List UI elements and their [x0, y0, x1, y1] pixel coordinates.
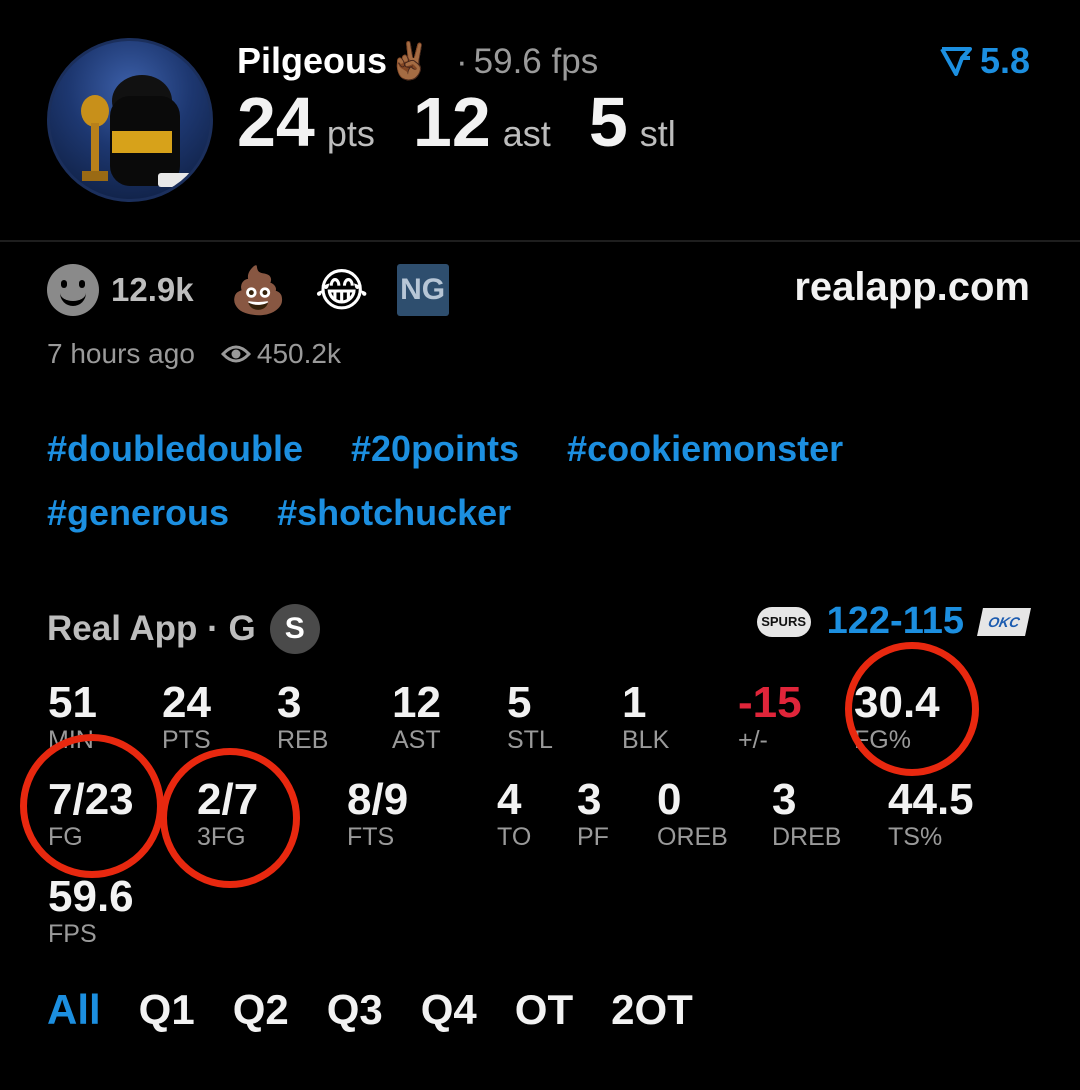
spurs-logo-icon: SPURS	[756, 606, 811, 637]
stat-label: BLK	[622, 726, 670, 754]
hashtags: #doubledouble #20points #cookiemonster #…	[47, 428, 1037, 534]
stat-label: DREB	[772, 823, 842, 851]
hashtag[interactable]: #shotchucker	[277, 492, 511, 534]
stat-label: PTS	[162, 726, 211, 754]
stat-label: AST	[392, 726, 441, 754]
stat-value: 3	[772, 775, 797, 824]
site-link[interactable]: realapp.com	[794, 265, 1030, 310]
stat-value: 44.5	[888, 775, 974, 824]
stat-ts-pct: 44.5 TS%	[888, 775, 974, 852]
stat-label: FTS	[347, 823, 395, 851]
stat-value: 1	[622, 678, 647, 727]
stat-fps: 59.6 FPS	[48, 872, 134, 949]
hashtag[interactable]: #doubledouble	[47, 428, 303, 470]
tab-q1[interactable]: Q1	[139, 986, 195, 1034]
laugh-reaction-button[interactable]: 😂	[315, 267, 369, 313]
rating-value: 5.8	[979, 40, 1030, 81]
headline-stats: 24 pts 12 ast 5 stl	[237, 82, 714, 162]
stat-oreb: 0 OREB	[657, 775, 728, 852]
separator: ·	[456, 42, 468, 81]
stat-pf: 3 PF	[577, 775, 609, 852]
stat-value: 12	[392, 678, 441, 727]
stat-fts: 8/9 FTS	[347, 775, 409, 852]
username[interactable]: Pilgeous✌🏾	[237, 40, 432, 82]
stat-label: PF	[577, 823, 609, 851]
tab-q4[interactable]: Q4	[421, 986, 477, 1034]
score-away: 115	[902, 600, 964, 642]
stat-label: REB	[277, 726, 329, 754]
tab-ot[interactable]: OT	[515, 986, 573, 1034]
reaction-count: 12.9k	[111, 271, 194, 308]
tab-q2[interactable]: Q2	[233, 986, 289, 1034]
avatar-image	[81, 75, 194, 187]
stat-reb: 3 REB	[277, 678, 329, 755]
headline-pts-unit: pts	[326, 113, 375, 154]
stat-dreb: 3 DREB	[772, 775, 842, 852]
stat-value: -15	[738, 678, 802, 727]
tab-all[interactable]: All	[47, 986, 101, 1034]
stat-value: 51	[48, 678, 97, 727]
rating[interactable]: 5.8	[940, 40, 1030, 82]
rating-chevron-icon	[940, 47, 972, 76]
headline-pts-value: 24	[237, 83, 315, 161]
quarter-tabs: All Q1 Q2 Q3 Q4 OT 2OT	[47, 986, 693, 1034]
tab-2ot[interactable]: 2OT	[611, 986, 693, 1034]
tab-q3[interactable]: Q3	[327, 986, 383, 1034]
league-label: Real App · G	[47, 609, 256, 648]
stat-ast: 12 AST	[392, 678, 441, 755]
peace-emoji: ✌🏾	[387, 40, 432, 81]
username-text: Pilgeous	[237, 40, 388, 81]
stat-plus-minus: -15 +/-	[738, 678, 802, 755]
view-count: 450.2k	[256, 338, 341, 369]
game-score[interactable]: SPURS 122-115 OKC	[756, 600, 1031, 643]
stat-pts: 24 PTS	[162, 678, 211, 755]
starter-badge: S	[269, 604, 320, 654]
eye-icon	[220, 345, 251, 363]
fps-text: 59.6 fps	[473, 42, 599, 81]
hashtag[interactable]: #cookiemonster	[567, 428, 843, 470]
headline-ast-value: 12	[412, 83, 491, 161]
stat-label: FPS	[48, 920, 97, 948]
stat-label: OREB	[657, 823, 728, 851]
stat-label: +/-	[738, 726, 768, 754]
stat-value: 24	[162, 678, 211, 727]
stat-value: 59.6	[48, 872, 134, 921]
ng-reaction-button[interactable]: NG	[396, 264, 449, 316]
annotation-circle-fg-pct	[845, 642, 979, 776]
reactions-row: 12.9k 💩 😂 NG	[47, 263, 449, 317]
stat-value: 4	[497, 775, 522, 824]
divider	[0, 240, 1080, 242]
headline-stl-unit: stl	[639, 113, 676, 154]
stat-label: STL	[507, 726, 553, 754]
score-home: 122	[826, 600, 891, 642]
stat-to: 4 TO	[497, 775, 532, 852]
stat-value: 0	[657, 775, 682, 824]
headline-ast-unit: ast	[502, 113, 551, 154]
stat-blk: 1 BLK	[622, 678, 670, 755]
stat-value: 3	[577, 775, 602, 824]
poop-reaction-button[interactable]: 💩	[230, 267, 287, 313]
stat-stl: 5 STL	[507, 678, 553, 755]
stat-value: 8/9	[347, 775, 409, 824]
annotation-circle-fg	[20, 734, 164, 878]
game-league: Real App · G S	[47, 604, 320, 654]
headline-stl-value: 5	[588, 83, 628, 161]
stat-value: 5	[507, 678, 532, 727]
smile-reaction-icon[interactable]	[47, 264, 99, 316]
annotation-circle-3fg	[160, 748, 300, 888]
fps-summary: · 59.6 fps	[456, 42, 598, 82]
hashtag[interactable]: #generous	[47, 492, 229, 534]
hashtag[interactable]: #20points	[351, 428, 519, 470]
okc-logo-icon: OKC	[977, 607, 1031, 636]
time-ago: 7 hours ago	[47, 338, 195, 369]
score: 122-115	[826, 600, 964, 642]
stat-label: TS%	[888, 823, 943, 851]
post-meta: 7 hours ago 450.2k	[47, 338, 341, 370]
avatar[interactable]	[47, 38, 213, 202]
stat-value: 3	[277, 678, 302, 727]
stat-label: TO	[497, 823, 532, 851]
